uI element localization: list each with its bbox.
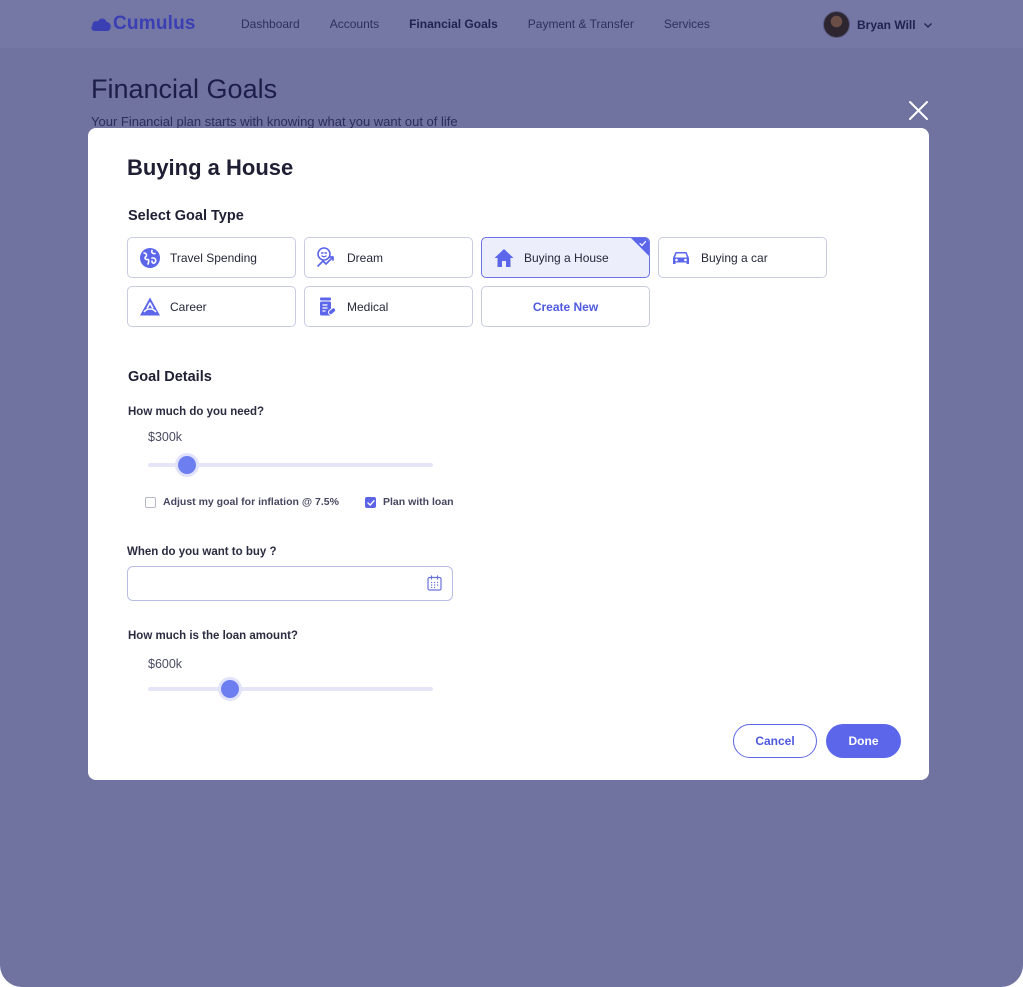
modal-title: Buying a House — [127, 155, 294, 180]
user-menu[interactable]: Bryan Will — [823, 11, 933, 38]
inflation-checkbox-label: Adjust my goal for inflation @ 7.5% — [163, 496, 339, 508]
inflation-checkbox[interactable]: Adjust my goal for inflation @ 7.5% — [145, 496, 339, 508]
need-amount-label: How much do you need? — [128, 406, 265, 418]
goal-type-label: Travel Spending — [170, 250, 257, 265]
goal-type-travel-spending[interactable]: Travel Spending — [127, 237, 296, 278]
need-amount-slider-thumb[interactable] — [175, 453, 199, 477]
nav-services[interactable]: Services — [664, 17, 710, 31]
goal-type-heading: Select Goal Type — [128, 208, 244, 224]
goal-type-dream[interactable]: Dream — [304, 237, 473, 278]
loan-amount-value: $600k — [148, 657, 183, 671]
cloud-icon — [91, 18, 111, 31]
brand-logo[interactable]: Cumulus — [90, 12, 196, 36]
done-button[interactable]: Done — [826, 724, 901, 758]
goal-type-label: Dream — [347, 250, 384, 265]
inflation-checkbox-box[interactable] — [145, 496, 156, 508]
cancel-button[interactable]: Cancel — [733, 724, 817, 758]
plan-with-loan-checkbox-box[interactable] — [365, 496, 376, 508]
close-icon[interactable] — [908, 100, 929, 121]
loan-amount-slider[interactable] — [148, 687, 433, 691]
nav-payment-transfer[interactable]: Payment & Transfer — [528, 17, 634, 31]
dream-icon — [317, 246, 334, 267]
plan-with-loan-checkbox[interactable]: Plan with loan — [365, 496, 454, 508]
need-amount-value: $300k — [148, 430, 183, 444]
buy-date-input[interactable] — [127, 566, 453, 601]
checkmark-icon — [367, 499, 375, 506]
goal-type-medical[interactable]: Medical — [304, 286, 473, 327]
avatar — [823, 11, 850, 38]
goal-type-label: Medical — [347, 299, 389, 314]
buy-date-label: When do you want to buy ? — [127, 546, 277, 558]
goal-type-label: Career — [170, 299, 207, 314]
career-icon — [140, 297, 160, 315]
page-title: Financial Goals — [91, 74, 278, 104]
medical-icon — [320, 297, 337, 315]
goal-type-career[interactable]: Career — [127, 286, 296, 327]
chevron-down-icon — [923, 22, 932, 28]
goal-modal: Buying a House Select Goal Type Travel S… — [88, 128, 929, 780]
goal-type-label: Buying a House — [524, 250, 609, 265]
nav-dashboard[interactable]: Dashboard — [241, 17, 300, 31]
user-name: Bryan Will — [857, 17, 916, 32]
calendar-icon[interactable] — [427, 575, 442, 591]
loan-amount-slider-thumb[interactable] — [218, 677, 242, 701]
brand-name: Cumulus — [113, 13, 196, 34]
goal-type-buying-a-house[interactable]: Buying a House — [481, 237, 650, 278]
top-nav: Cumulus Dashboard Accounts Financial Goa… — [0, 0, 1023, 48]
loan-amount-label: How much is the loan amount? — [128, 630, 298, 642]
goal-details-heading: Goal Details — [128, 369, 212, 385]
selected-check-icon — [631, 238, 649, 256]
app-frame: Cumulus Dashboard Accounts Financial Goa… — [0, 0, 1023, 987]
house-icon — [494, 248, 514, 267]
globe-icon — [140, 247, 160, 268]
goal-type-label: Buying a car — [701, 250, 768, 265]
car-icon — [673, 251, 689, 264]
nav-financial-goals[interactable]: Financial Goals — [409, 17, 498, 31]
nav-links: Dashboard Accounts Financial Goals Payme… — [241, 17, 740, 31]
plan-with-loan-label: Plan with loan — [383, 496, 454, 508]
create-new-goal-button[interactable]: Create New — [481, 286, 650, 327]
page-subtitle: Your Financial plan starts with knowing … — [91, 114, 458, 129]
create-new-label: Create New — [532, 299, 599, 314]
goal-type-buying-a-car[interactable]: Buying a car — [658, 237, 827, 278]
nav-accounts[interactable]: Accounts — [330, 17, 379, 31]
